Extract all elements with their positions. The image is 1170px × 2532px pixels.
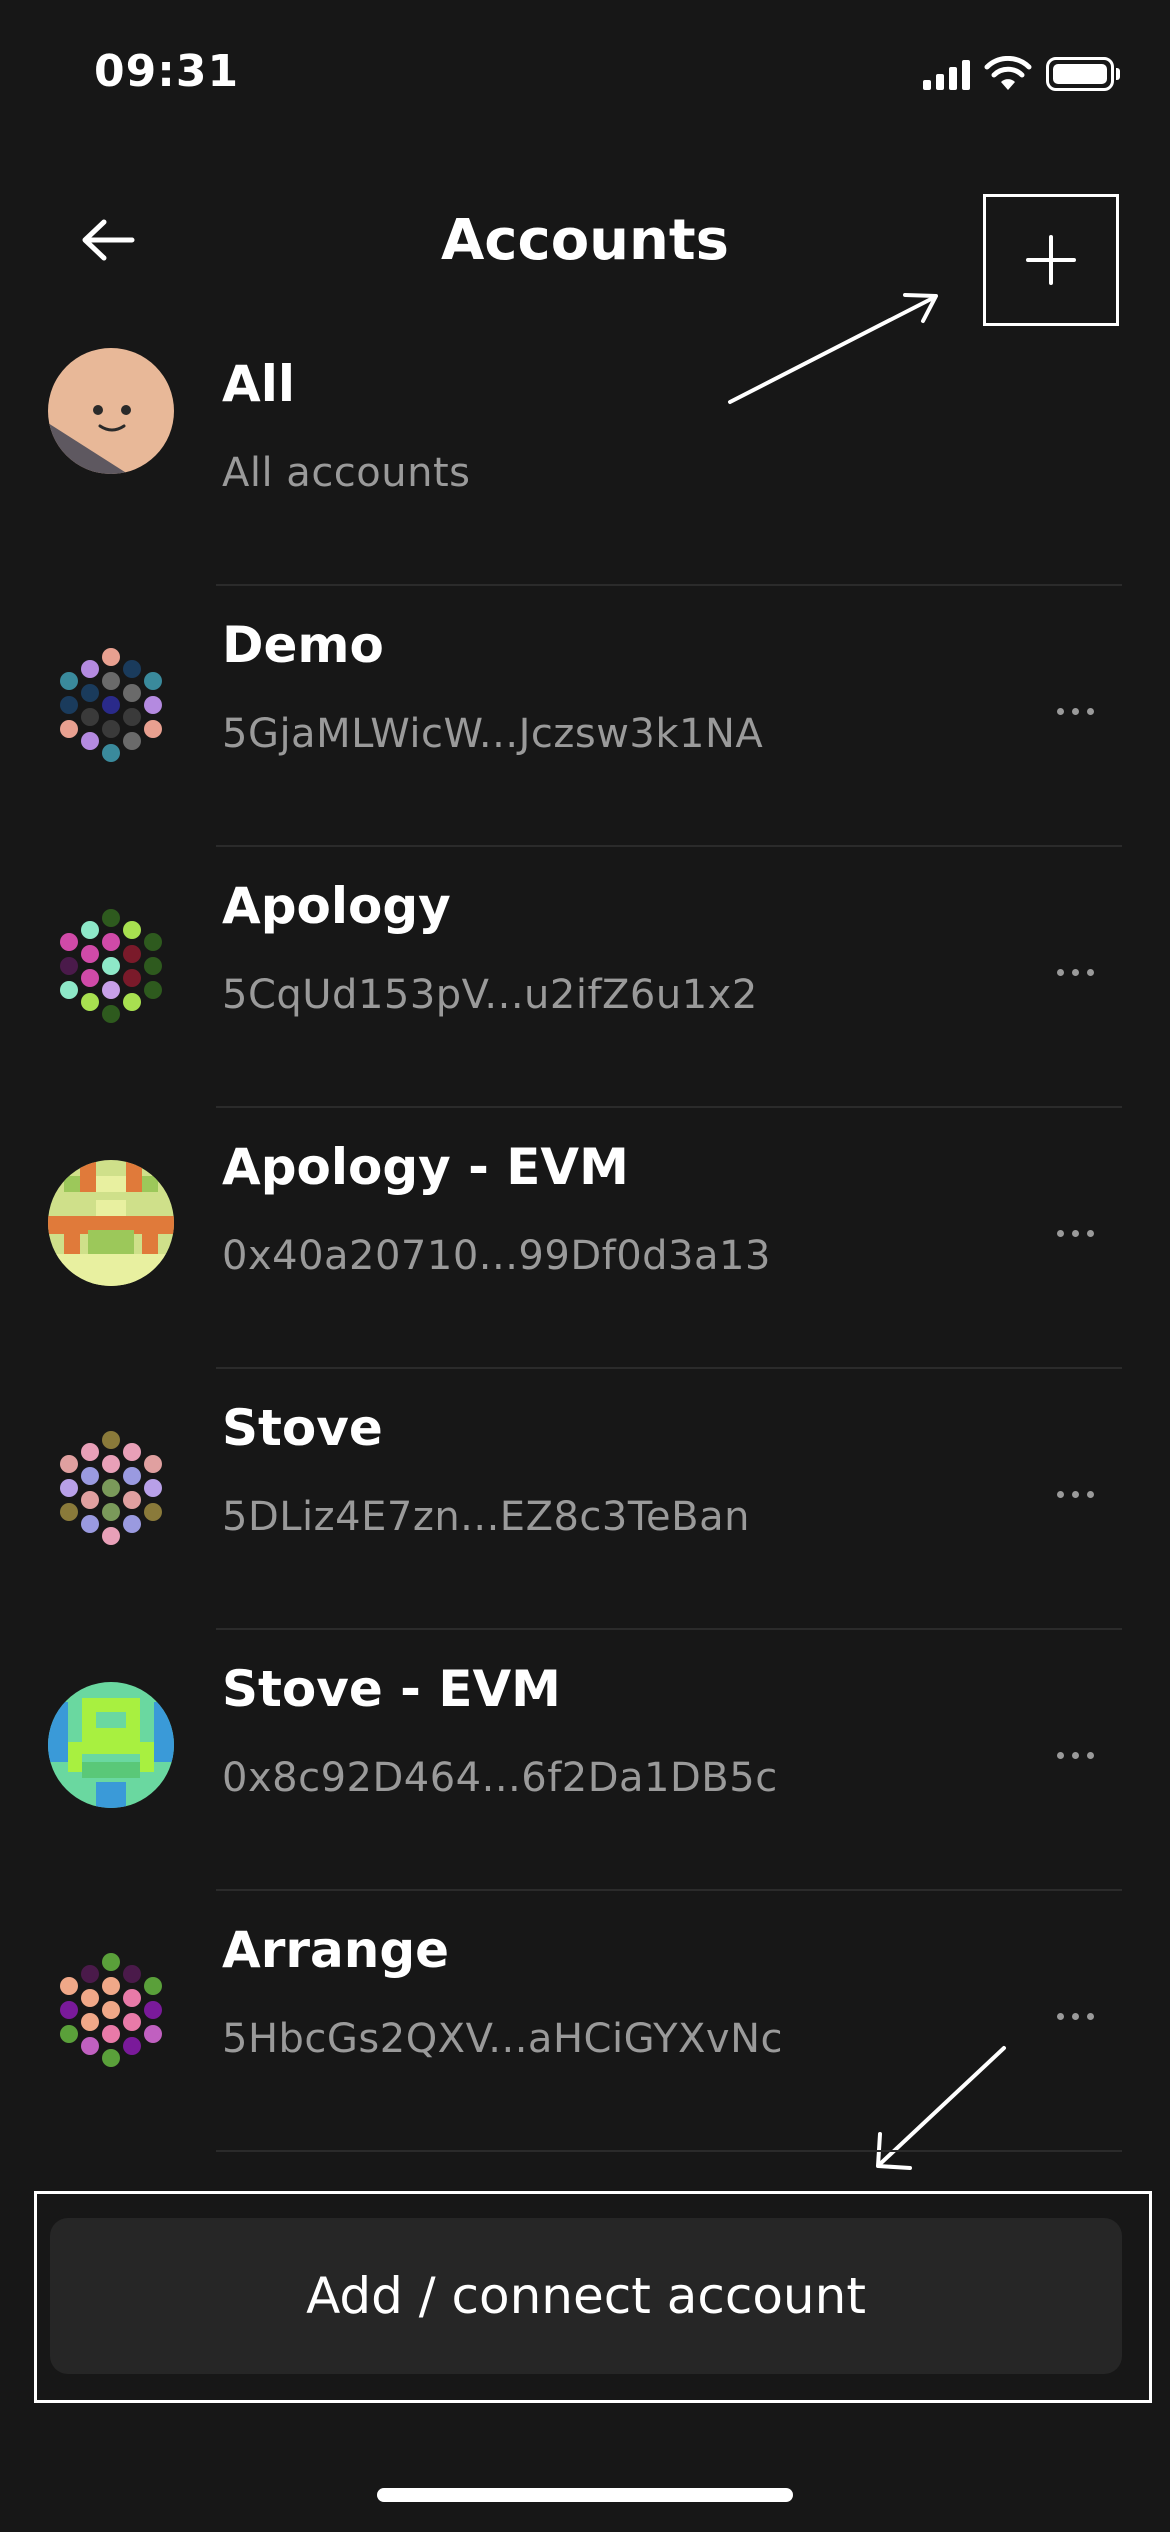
more-options-button[interactable] — [1030, 942, 1120, 1002]
account-row-arrange[interactable]: Arrange 5HbcGs2QXV...aHCiGYXvNc — [0, 1891, 1170, 2152]
account-row-stove-evm[interactable]: Stove - EVM 0x8c92D464...6f2Da1DB5c — [0, 1630, 1170, 1891]
account-name: Apology - EVM — [222, 1138, 629, 1196]
account-row-apology[interactable]: Apology 5CqUd153pV...u2ifZ6u1x2 — [0, 847, 1170, 1108]
cellular-signal-icon — [923, 58, 970, 90]
all-accounts-avatar — [48, 348, 174, 474]
account-list: All All accounts Demo 5GjaMLWicW...Jczsw… — [0, 325, 1170, 2152]
identicon-avatar — [48, 646, 174, 772]
status-bar: 09:31 — [0, 0, 1170, 150]
account-row-stove[interactable]: Stove 5DLiz4E7zn...EZ8c3TeBan — [0, 1369, 1170, 1630]
account-name: Arrange — [222, 1921, 450, 1979]
account-address: 5DLiz4E7zn...EZ8c3TeBan — [222, 1494, 750, 1540]
plus-icon — [1026, 235, 1076, 285]
more-options-button[interactable] — [1030, 1203, 1120, 1263]
account-name: Stove — [222, 1399, 383, 1457]
status-icons — [923, 54, 1120, 94]
account-name: All — [222, 355, 295, 413]
account-address: 0x40a20710...99Df0d3a13 — [222, 1233, 771, 1279]
nav-header: Accounts — [0, 180, 1170, 326]
divider — [216, 2150, 1122, 2152]
identicon-avatar — [48, 1429, 174, 1555]
more-options-button[interactable] — [1030, 1464, 1120, 1524]
account-name: Demo — [222, 616, 384, 674]
account-row-demo[interactable]: Demo 5GjaMLWicW...Jczsw3k1NA — [0, 586, 1170, 847]
account-address: 0x8c92D464...6f2Da1DB5c — [222, 1755, 778, 1801]
account-row-all[interactable]: All All accounts — [0, 325, 1170, 586]
add-account-button[interactable] — [983, 194, 1119, 326]
account-name: Stove - EVM — [222, 1660, 561, 1718]
account-row-apology-evm[interactable]: Apology - EVM 0x40a20710...99Df0d3a13 — [0, 1108, 1170, 1369]
account-name: Apology — [222, 877, 451, 935]
blockie-avatar — [48, 1160, 174, 1286]
identicon-avatar — [48, 1951, 174, 2077]
account-address: 5HbcGs2QXV...aHCiGYXvNc — [222, 2016, 783, 2062]
identicon-avatar — [48, 907, 174, 1033]
account-subtitle: All accounts — [222, 450, 471, 496]
account-address: 5GjaMLWicW...Jczsw3k1NA — [222, 711, 764, 757]
wifi-icon — [984, 56, 1032, 90]
more-options-button[interactable] — [1030, 1986, 1120, 2046]
more-options-button[interactable] — [1030, 681, 1120, 741]
blockie-avatar — [48, 1682, 174, 1808]
status-time: 09:31 — [94, 46, 240, 97]
home-indicator — [377, 2488, 793, 2502]
add-connect-account-button[interactable]: Add / connect account — [50, 2218, 1122, 2374]
account-address: 5CqUd153pV...u2ifZ6u1x2 — [222, 972, 758, 1018]
more-options-button[interactable] — [1030, 1725, 1120, 1785]
battery-icon — [1046, 57, 1120, 91]
